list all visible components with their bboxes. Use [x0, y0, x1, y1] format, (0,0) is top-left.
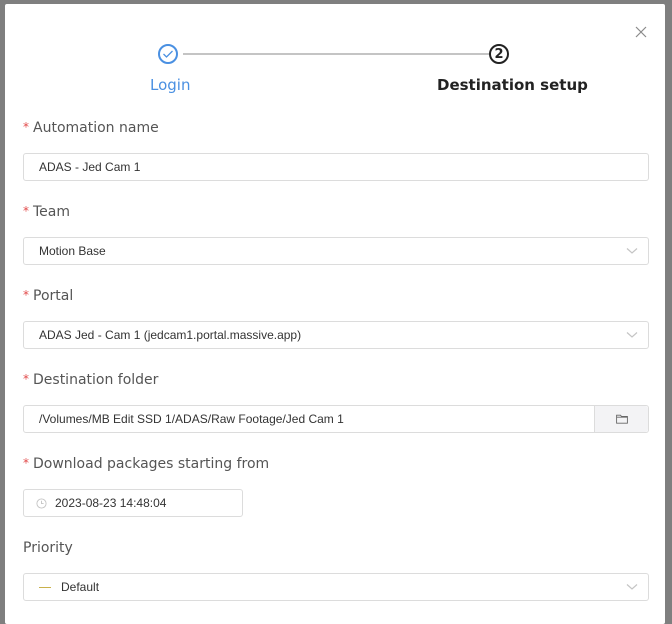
clock-icon: [36, 497, 47, 509]
download-from-datetime-input[interactable]: 2023-08-23 14:48:04: [23, 489, 243, 517]
required-marker: *: [23, 372, 29, 386]
destination-folder-label: * Destination folder: [23, 372, 158, 388]
priority-select[interactable]: Default: [23, 573, 649, 601]
destination-folder-input[interactable]: /Volumes/MB Edit SSD 1/ADAS/Raw Footage/…: [23, 405, 649, 433]
priority-label: Priority: [23, 540, 73, 556]
required-marker: *: [23, 204, 29, 218]
destination-folder-label-text: Destination folder: [33, 372, 159, 388]
step-destination-indicator: 2: [489, 44, 509, 64]
download-from-label-text: Download packages starting from: [33, 456, 270, 472]
automation-name-input[interactable]: ADAS - Jed Cam 1: [23, 153, 649, 181]
priority-value: Default: [61, 580, 100, 594]
folder-icon: [615, 414, 628, 424]
download-from-value: 2023-08-23 14:48:04: [55, 496, 167, 510]
required-marker: *: [23, 120, 29, 134]
chevron-down-icon: [626, 332, 638, 338]
team-select[interactable]: Motion Base: [23, 237, 649, 265]
download-from-label: * Download packages starting from: [23, 456, 269, 472]
priority-label-text: Priority: [23, 540, 73, 556]
portal-label: * Portal: [23, 288, 73, 304]
required-marker: *: [23, 456, 29, 470]
chevron-down-icon: [626, 248, 638, 254]
automation-name-value: ADAS - Jed Cam 1: [39, 160, 141, 174]
chevron-down-icon: [626, 584, 638, 590]
automation-name-label-text: Automation name: [33, 120, 159, 136]
team-label-text: Team: [33, 204, 71, 220]
priority-default-indicator: [39, 586, 51, 588]
portal-label-text: Portal: [33, 288, 74, 304]
step-login-label[interactable]: Login: [150, 76, 190, 94]
step-destination-label: Destination setup: [437, 76, 588, 94]
automation-setup-dialog: Login 2 Destination setup * Automation na…: [5, 4, 665, 624]
team-label: * Team: [23, 204, 70, 220]
stepper: Login 2 Destination setup: [5, 4, 665, 104]
step-login-indicator[interactable]: [158, 44, 178, 64]
automation-name-label: * Automation name: [23, 120, 159, 136]
team-value: Motion Base: [39, 244, 106, 258]
portal-value: ADAS Jed - Cam 1 (jedcam1.portal.massive…: [39, 328, 302, 342]
check-icon: [163, 50, 173, 58]
browse-folder-button[interactable]: [594, 406, 648, 432]
portal-select[interactable]: ADAS Jed - Cam 1 (jedcam1.portal.massive…: [23, 321, 649, 349]
stepper-connector: [183, 53, 491, 55]
destination-folder-value: /Volumes/MB Edit SSD 1/ADAS/Raw Footage/…: [39, 412, 344, 426]
required-marker: *: [23, 288, 29, 302]
